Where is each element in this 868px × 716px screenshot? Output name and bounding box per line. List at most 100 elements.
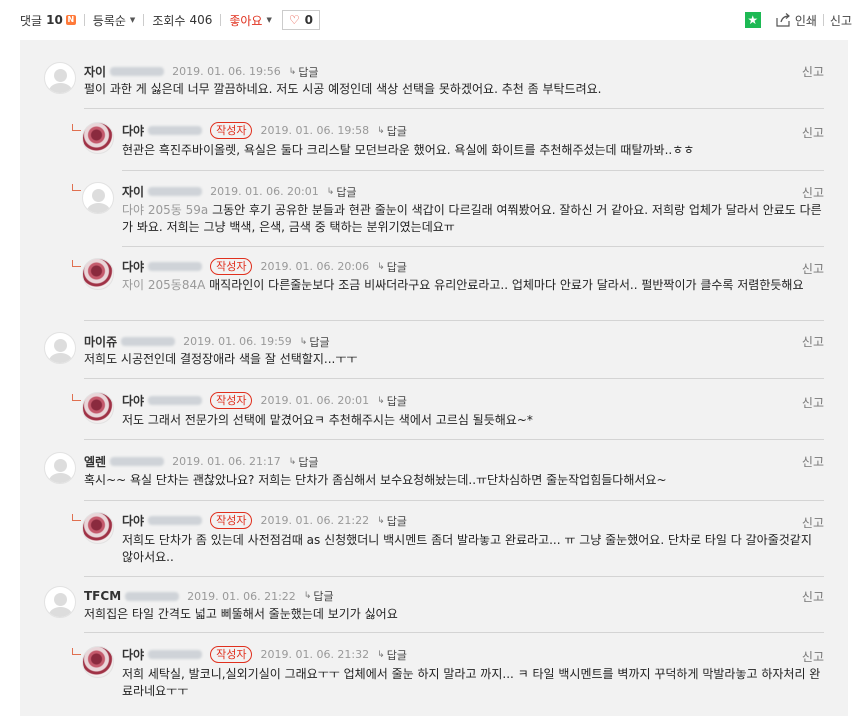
blurred-id (148, 650, 203, 659)
comment-divider (122, 246, 824, 247)
reply-label: 답글 (386, 394, 407, 408)
comment-author[interactable]: 엘렌 (84, 453, 106, 470)
reply-arrow-icon: ↳ (303, 591, 312, 601)
reply-button[interactable]: ↳ 답글 (327, 184, 357, 200)
comment-text: 현관은 흑진주바이올렛, 욕실은 둘다 크리스탈 모던브라운 했어요. 욕실에 … (122, 142, 812, 159)
sort-label: 등록순 (92, 13, 126, 28)
avatar[interactable] (82, 258, 114, 290)
comment-report-link[interactable]: 신고 (802, 260, 824, 277)
comment-report-link[interactable]: 신고 (802, 453, 824, 470)
comment-date: 2019. 01. 06. 21:22 (260, 514, 370, 527)
comment-body: 저희도 단차가 좀 있는데 사전점검때 as 신청했더니 백시멘트 좀더 발라놓… (122, 533, 812, 564)
avatar[interactable] (44, 332, 76, 364)
avatar[interactable] (82, 122, 114, 154)
divider (220, 14, 222, 26)
comment-author[interactable]: 다야 (122, 646, 144, 663)
comment-body: 현관은 흑진주바이올렛, 욕실은 둘다 크리스탈 모던브라운 했어요. 욕실에 … (122, 143, 695, 157)
toolbar-right: ★ 인쇄 신고 (744, 0, 852, 40)
comment-divider (84, 576, 824, 577)
comment-author[interactable]: 자이 (122, 183, 144, 200)
reply-arrow-icon: ↳ (377, 125, 385, 136)
reply-button[interactable]: ↳ 답글 (304, 588, 334, 604)
comment-divider (84, 500, 824, 501)
blurred-id (148, 187, 203, 196)
comment-body: 펄이 과한 게 싫은데 너무 깔끔하네요. 저도 시공 예정인데 색상 선택을 … (84, 82, 602, 96)
avatar[interactable] (82, 182, 114, 214)
reply-label: 답글 (313, 590, 334, 603)
comment-body: 혹시~~ 욕실 단차는 괜찮았나요? 저희는 단차가 좀심해서 보수요청해놨는데… (84, 473, 667, 487)
views: 조회수 406 (152, 12, 212, 29)
comment-text: 저도 그래서 전문가의 선택에 맡겼어요ㅋ 추천해주시는 색에서 고르심 될듯해… (122, 412, 812, 429)
print-button[interactable]: 인쇄 (795, 12, 817, 29)
avatar[interactable] (44, 586, 76, 618)
comment-report-link[interactable]: 신고 (802, 648, 824, 665)
avatar[interactable] (82, 646, 114, 678)
reply-button[interactable]: ↳ 답글 (377, 259, 407, 275)
reply-indicator-icon (72, 124, 81, 131)
reply-label: 답글 (386, 648, 407, 662)
comment-body: 저도 그래서 전문가의 선택에 맡겼어요ㅋ 추천해주시는 색에서 고르심 될듯해… (122, 413, 533, 427)
reply-button[interactable]: ↳ 답글 (377, 513, 407, 529)
comment-list: 자이 2019. 01. 06. 19:56 ↳ 답글 신고 펄이 과한 게 싫은… (20, 40, 848, 716)
comment-author[interactable]: TFCM (84, 589, 121, 603)
comment-report-link[interactable]: 신고 (802, 184, 824, 201)
comment-author[interactable]: 다야 (122, 512, 144, 529)
writer-badge: 작성자 (210, 392, 253, 409)
comment-meta: 자이 2019. 01. 06. 19:56 ↳ 답글 (84, 63, 319, 80)
avatar[interactable] (82, 512, 114, 544)
reply-button[interactable]: ↳ 답글 (377, 393, 407, 409)
new-badge: N (65, 15, 76, 25)
comments-label: 댓글 (20, 13, 43, 28)
reply-button[interactable]: ↳ 답글 (300, 334, 330, 350)
comment-author[interactable]: 자이 (84, 63, 106, 80)
reply-label: 답글 (386, 124, 407, 138)
blurred-id (148, 516, 203, 525)
avatar[interactable] (82, 392, 114, 424)
reply-arrow-icon: ↳ (288, 456, 297, 467)
comment-report-link[interactable]: 신고 (802, 333, 824, 350)
comment-meta: TFCM 2019. 01. 06. 21:22 ↳ 답글 (84, 588, 334, 604)
comment-author[interactable]: 다야 (122, 392, 144, 409)
reply-arrow-icon: ↳ (377, 261, 385, 272)
comment-report-link[interactable]: 신고 (802, 124, 824, 141)
comment-divider (84, 320, 824, 321)
comment-date: 2019. 01. 06. 20:01 (210, 185, 319, 198)
reply-arrow-icon: ↳ (288, 66, 297, 77)
reply-arrow-icon: ↳ (377, 395, 385, 406)
comment-report-link[interactable]: 신고 (802, 588, 824, 605)
reply-button[interactable]: ↳ 답글 (377, 647, 407, 663)
comment-author[interactable]: 마이쥬 (84, 333, 117, 350)
comment-author[interactable]: 다야 (122, 258, 144, 275)
comment-date: 2019. 01. 06. 20:01 (260, 394, 370, 407)
reply-button[interactable]: ↳ 답글 (289, 64, 319, 80)
reply-button[interactable]: ↳ 답글 (289, 454, 319, 470)
share-icon[interactable] (775, 12, 791, 28)
comments-count[interactable]: 댓글 10 N (20, 12, 76, 29)
reply-arrow-icon: ↳ (299, 336, 308, 347)
comment-meta: 자이 2019. 01. 06. 20:01 ↳ 답글 (122, 183, 357, 200)
blurred-id (148, 262, 203, 271)
avatar[interactable] (44, 62, 76, 94)
comment-report-link[interactable]: 신고 (802, 63, 824, 80)
mention[interactable]: 자이 205동84A (122, 278, 205, 292)
avatar[interactable] (44, 452, 76, 484)
comment-body: 저희 세탁실, 발코니,실외기실이 그래요ㅜㅜ 업체에서 줄눈 하지 말라고 까… (122, 667, 821, 698)
comment-text: 저희 세탁실, 발코니,실외기실이 그래요ㅜㅜ 업체에서 줄눈 하지 말라고 까… (122, 666, 822, 700)
like-button[interactable]: ♡ 0 (281, 10, 320, 30)
mention[interactable]: 다야 205동 59a (122, 203, 208, 217)
star-icon[interactable]: ★ (744, 12, 761, 28)
reply-button[interactable]: ↳ 답글 (377, 123, 407, 139)
comment-author[interactable]: 다야 (122, 122, 144, 139)
comment-body: 매직라인이 다른줄눈보다 조금 비싸더라구요 유리안료라고.. 업체마다 안료가… (205, 278, 804, 292)
sort-dropdown[interactable]: 등록순 ▼ (93, 12, 136, 29)
reply-indicator-icon (72, 648, 81, 655)
views-count: 406 (189, 13, 213, 27)
like-dropdown[interactable]: 좋아요 ▼ (229, 12, 272, 29)
divider (83, 14, 85, 26)
report-button[interactable]: 신고 (830, 12, 852, 29)
heart-icon: ♡ (288, 13, 300, 27)
comment-report-link[interactable]: 신고 (802, 394, 824, 411)
comment-report-link[interactable]: 신고 (802, 514, 824, 531)
views-label: 조회수 (152, 13, 186, 28)
writer-badge: 작성자 (210, 258, 253, 275)
